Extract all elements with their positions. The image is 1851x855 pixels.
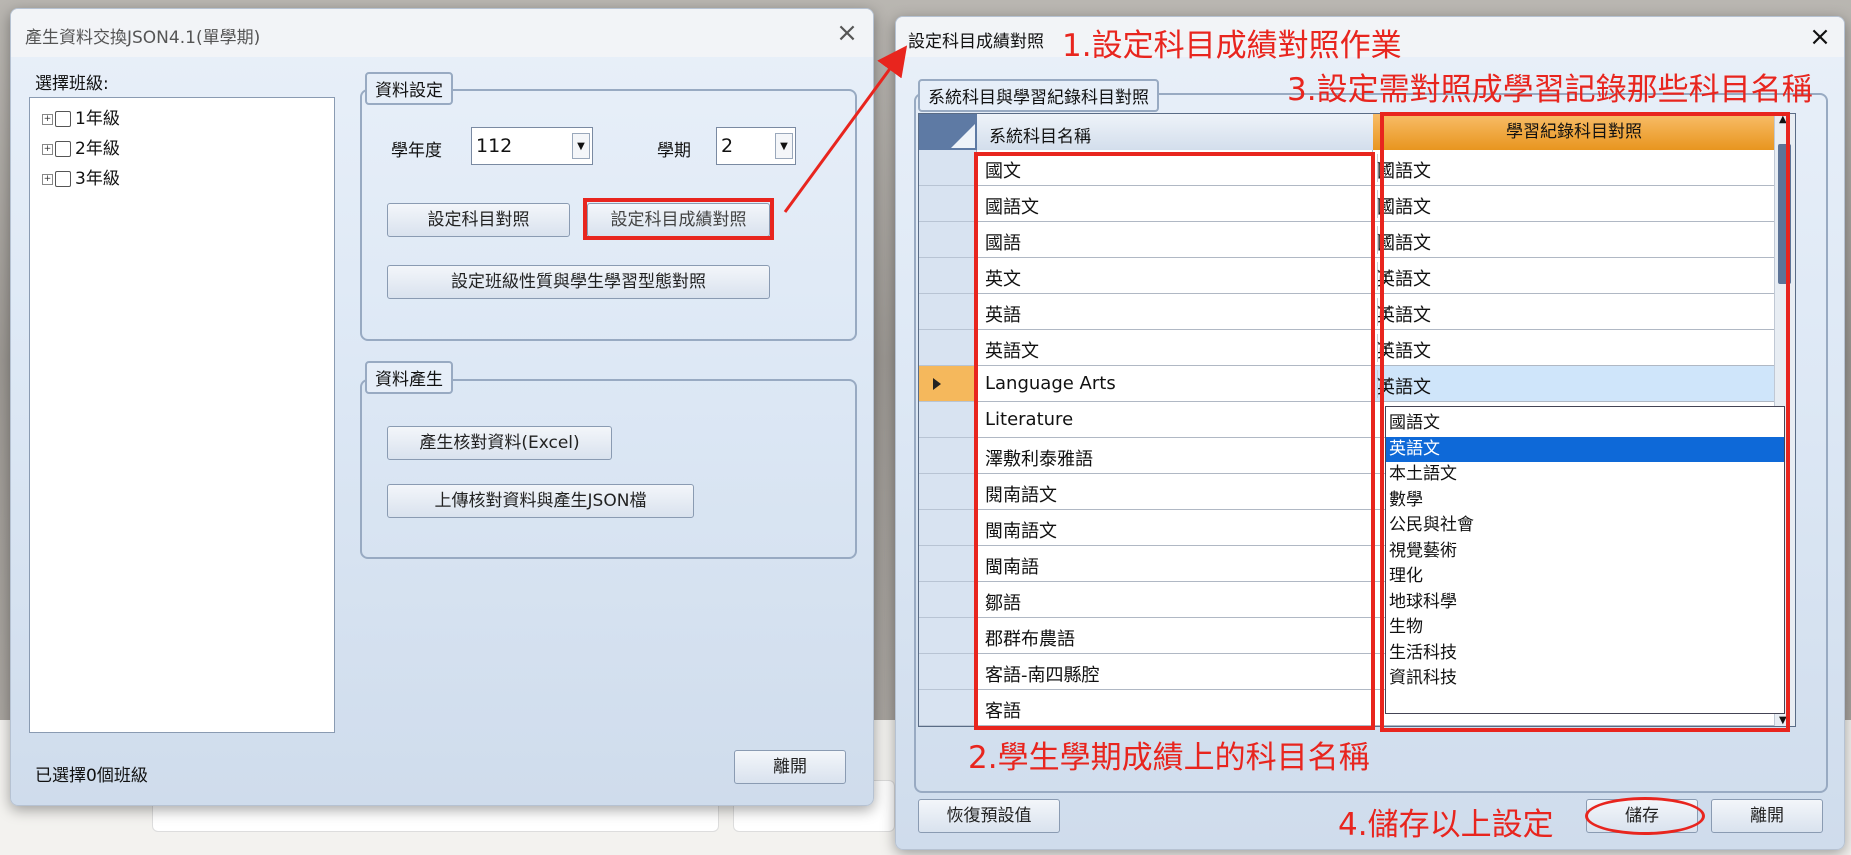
annotation-step-4: 4.儲存以上設定 — [1338, 807, 1554, 843]
annotation-step-2: 2.學生學期成績上的科目名稱 — [968, 740, 1370, 776]
annotation-step-3: 3.設定需對照成學習記錄那些科目名稱 — [1287, 72, 1813, 108]
annotation-step-1: 1.設定科目成績對照作業 — [1062, 28, 1402, 64]
highlight-save-button — [1585, 797, 1705, 835]
annotation-arrow — [783, 45, 908, 213]
